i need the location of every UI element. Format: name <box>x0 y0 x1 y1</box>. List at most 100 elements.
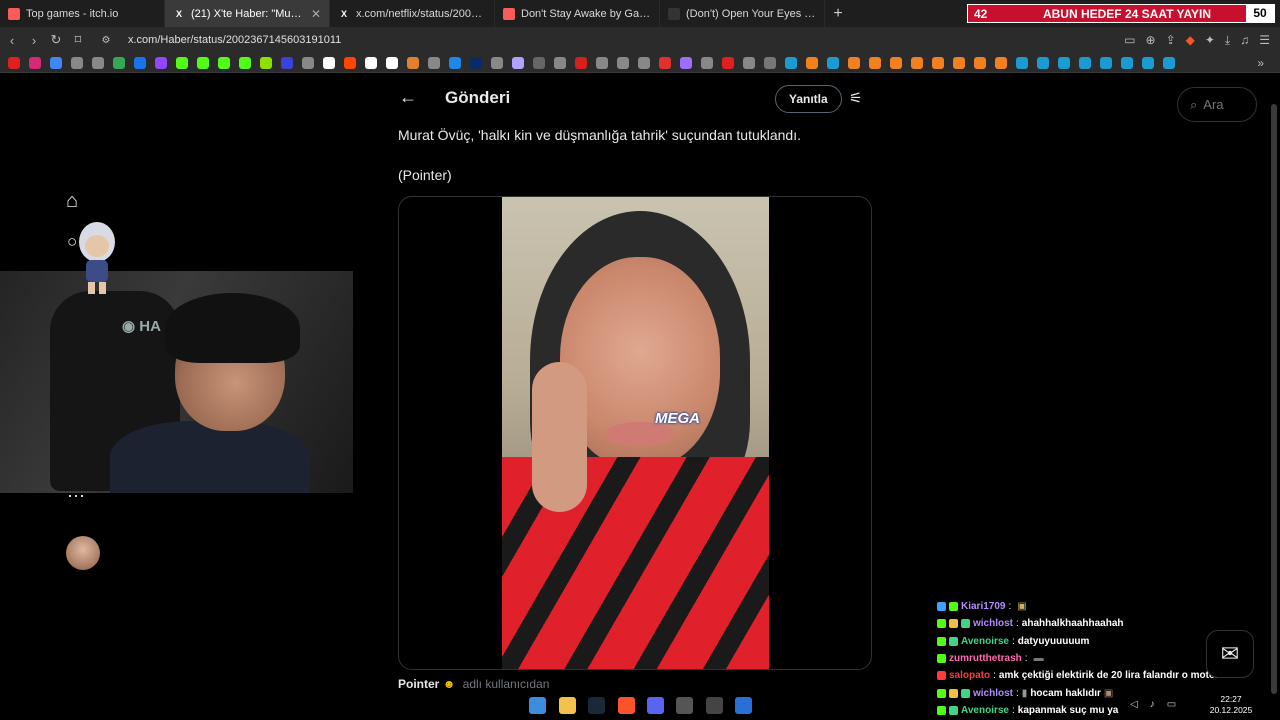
bookmark-site-icon[interactable] <box>281 56 293 69</box>
bookmarks-overflow-icon[interactable]: » <box>1257 56 1264 70</box>
bookmark-twitch-icon[interactable] <box>155 56 167 69</box>
extensions-icon[interactable]: ✦ <box>1205 33 1215 48</box>
bookmark-kick-icon[interactable] <box>239 56 251 69</box>
home-icon[interactable]: ⌂ <box>66 190 88 212</box>
bookmark-site-icon[interactable] <box>533 56 545 69</box>
bookmark-site-icon[interactable] <box>869 56 881 69</box>
bookmark-steam-icon[interactable] <box>1163 56 1175 69</box>
reload-icon[interactable]: ↻ <box>46 32 66 48</box>
speaker-icon[interactable]: ◁ <box>1130 699 1138 710</box>
url-field[interactable]: x.com/Haber/status/2002367145603191011 <box>128 34 341 46</box>
close-icon[interactable]: ✕ <box>311 7 321 21</box>
bookmark-site-icon[interactable] <box>71 56 83 69</box>
bookmark-site-icon[interactable] <box>995 56 1007 69</box>
bookmark-nba-icon[interactable] <box>470 56 482 69</box>
bookmark-kick-icon[interactable] <box>197 56 209 69</box>
post-media[interactable]: MEGA <box>398 196 872 670</box>
bookmark-site-icon[interactable] <box>575 56 587 69</box>
windows-start-icon[interactable] <box>529 697 546 714</box>
app-icon[interactable] <box>735 697 752 714</box>
bookmark-instagram-icon[interactable] <box>29 56 41 69</box>
back-arrow-icon[interactable]: ‹ <box>2 33 22 48</box>
bookmark-site-icon[interactable] <box>512 56 524 69</box>
bookmark-site-icon[interactable] <box>743 56 755 69</box>
bookmark-site-icon[interactable] <box>659 56 671 69</box>
author-name[interactable]: Pointer <box>398 677 439 691</box>
tune-icon[interactable]: ⚟ <box>849 89 862 107</box>
bookmark-site-icon[interactable] <box>806 56 818 69</box>
menu-icon[interactable]: ☰ <box>1259 33 1270 48</box>
bookmark-gmail-icon[interactable] <box>113 56 125 69</box>
bookmark-site-icon[interactable] <box>302 56 314 69</box>
bookmark-site-icon[interactable] <box>491 56 503 69</box>
bookmark-steam-icon[interactable] <box>785 56 797 69</box>
new-tab-button[interactable]: + <box>825 5 851 23</box>
music-icon[interactable]: ♫ <box>1240 33 1249 48</box>
bookmark-steam-icon[interactable] <box>1142 56 1154 69</box>
bookmark-steam-icon[interactable] <box>1100 56 1112 69</box>
bookmark-site-icon[interactable] <box>722 56 734 69</box>
brave-icon[interactable] <box>618 697 635 714</box>
cast-icon[interactable]: ▭ <box>1124 33 1135 48</box>
tab-x-netflix[interactable]: X x.com/netflix/status/20022437014368 <box>330 0 495 27</box>
bookmark-site-icon[interactable] <box>638 56 650 69</box>
avatar[interactable] <box>66 536 100 570</box>
bookmark-site-icon[interactable] <box>911 56 923 69</box>
mic-icon[interactable]: ♪ <box>1150 699 1155 710</box>
obs-icon[interactable] <box>706 697 723 714</box>
discord-icon[interactable] <box>647 697 664 714</box>
tab-x-haber[interactable]: X (21) X'te Haber: "Murat Övüç ✕ <box>165 0 330 27</box>
forward-arrow-icon[interactable]: › <box>24 33 44 48</box>
bookmark-google-icon[interactable] <box>50 56 62 69</box>
bookmark-site-icon[interactable] <box>848 56 860 69</box>
bookmark-site-icon[interactable] <box>617 56 629 69</box>
bookmark-site-icon[interactable] <box>680 56 692 69</box>
bookmark-site-icon[interactable] <box>407 56 419 69</box>
bookmark-reddit-icon[interactable] <box>344 56 356 69</box>
share-icon[interactable]: ⇪ <box>1166 33 1176 48</box>
bookmark-steam-icon[interactable] <box>1079 56 1091 69</box>
tab-dont-stay-awake[interactable]: Don't Stay Awake by GabrielndjIdc <box>495 0 660 27</box>
bookmark-site-icon[interactable] <box>890 56 902 69</box>
messages-button[interactable]: ✉ <box>1206 630 1254 678</box>
bookmark-kick-icon[interactable] <box>218 56 230 69</box>
bookmark-site-icon[interactable] <box>260 56 272 69</box>
bookmark-icon[interactable]: ⌑ <box>68 32 88 48</box>
steam-icon[interactable] <box>588 697 605 714</box>
post-author[interactable]: Pointer ☻ adlı kullanıcıdan <box>398 677 549 691</box>
bookmark-youtube-icon[interactable] <box>8 56 20 69</box>
system-clock[interactable]: 22:27 20.12.2025 <box>1207 694 1255 716</box>
download-icon[interactable]: ⤓ <box>1225 33 1230 48</box>
bookmark-site-icon[interactable] <box>701 56 713 69</box>
bookmark-steam-icon[interactable] <box>1037 56 1049 69</box>
bookmark-site-icon[interactable] <box>554 56 566 69</box>
bookmark-steam-icon[interactable] <box>1058 56 1070 69</box>
bookmark-site-icon[interactable] <box>386 56 398 69</box>
network-icon[interactable]: ▭ <box>1167 699 1176 710</box>
bookmark-site-icon[interactable] <box>92 56 104 69</box>
bookmark-kick-icon[interactable] <box>176 56 188 69</box>
zoom-icon[interactable]: ⊕ <box>1146 33 1156 48</box>
brave-shield-icon[interactable]: ◆ <box>1186 33 1195 48</box>
bookmark-drive-icon[interactable] <box>134 56 146 69</box>
scrollbar[interactable] <box>1271 104 1277 694</box>
tab-itchio[interactable]: Top games - itch.io <box>0 0 165 27</box>
tab-dont-open-eyes[interactable]: (Don't) Open Your Eyes by Via <box>660 0 825 27</box>
bookmark-steam-icon[interactable] <box>827 56 839 69</box>
app-icon[interactable] <box>676 697 693 714</box>
reply-button[interactable]: Yanıtla <box>775 85 842 113</box>
bookmark-site-icon[interactable] <box>932 56 944 69</box>
bookmark-site-icon[interactable] <box>596 56 608 69</box>
bookmark-site-icon[interactable] <box>953 56 965 69</box>
back-arrow-icon[interactable]: ← <box>399 87 417 108</box>
bookmark-x-icon[interactable] <box>323 56 335 69</box>
bookmark-site-icon[interactable] <box>365 56 377 69</box>
bookmark-site-icon[interactable] <box>449 56 461 69</box>
bookmark-steam-icon[interactable] <box>1016 56 1028 69</box>
file-explorer-icon[interactable] <box>559 697 576 714</box>
bookmark-steam-icon[interactable] <box>1121 56 1133 69</box>
site-settings-icon[interactable]: ⚙ <box>96 35 116 46</box>
bookmark-site-icon[interactable] <box>428 56 440 69</box>
bookmark-site-icon[interactable] <box>974 56 986 69</box>
search-input[interactable]: ⌕ Ara <box>1177 87 1257 122</box>
